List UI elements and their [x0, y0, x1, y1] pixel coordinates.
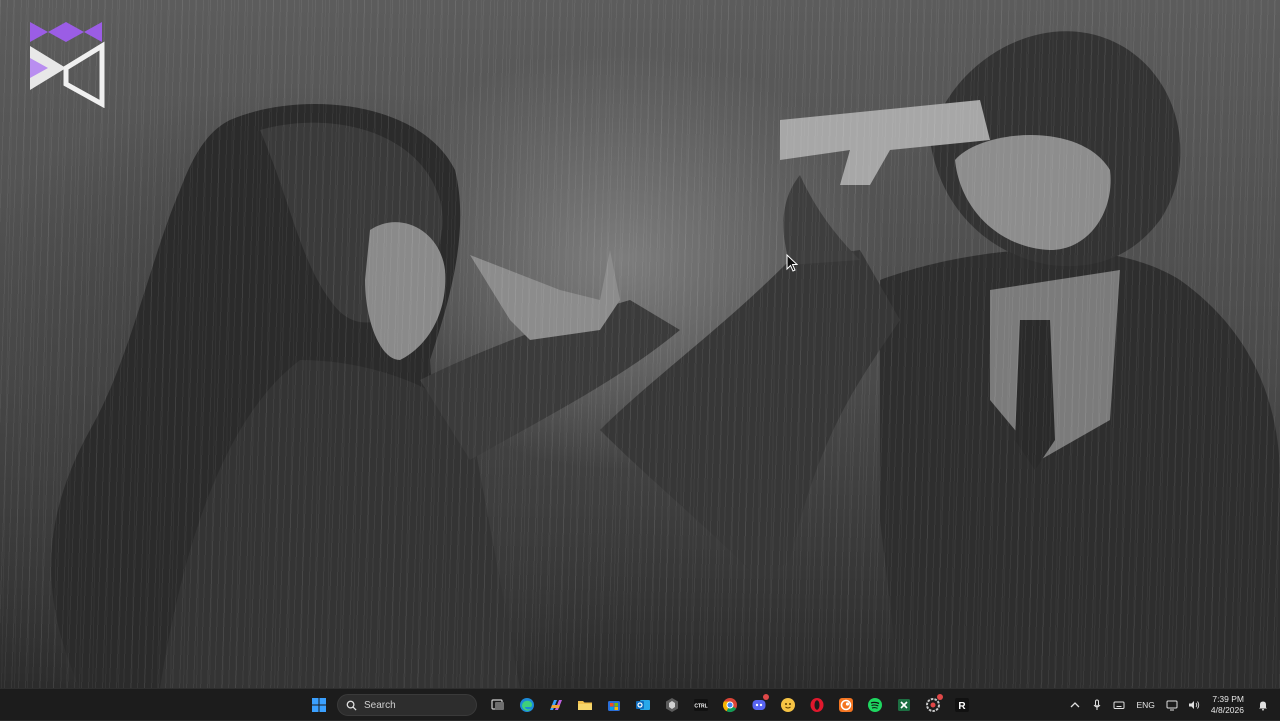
clock-date-button[interactable]: 7:39 PM 4/8/2026: [1205, 694, 1252, 716]
cube-icon: [665, 698, 678, 712]
mouse-cursor-icon: [786, 254, 798, 272]
windows-logo-icon: [311, 698, 326, 712]
input-language-indicator[interactable]: ENG: [1130, 700, 1160, 710]
excel-button[interactable]: [889, 691, 918, 719]
r-icon: R: [954, 698, 969, 712]
search-placeholder: Search: [364, 699, 396, 711]
desktop-wallpaper: [0, 0, 1280, 688]
task-view-icon: [490, 699, 504, 710]
store-icon: [607, 701, 620, 711]
steelseries-notification-badge: [937, 694, 943, 700]
chrome-button[interactable]: [715, 691, 744, 719]
crunchyroll-icon: [838, 698, 853, 712]
task-view-button[interactable]: [483, 691, 512, 719]
copilot-icon: [549, 700, 562, 710]
outlook-button[interactable]: [628, 691, 657, 719]
r-icon-label: R: [958, 701, 966, 712]
network-button[interactable]: [1161, 691, 1183, 719]
clock-time: 7:39 PM: [1212, 694, 1244, 704]
notifications-button[interactable]: [1252, 691, 1274, 719]
keyboard-button[interactable]: [1108, 691, 1130, 719]
spotify-icon: [867, 698, 882, 712]
clock-date: 4/8/2026: [1210, 705, 1244, 715]
bell-icon: [1259, 701, 1267, 711]
ctrl-app-button[interactable]: CTRL: [686, 691, 715, 719]
excel-icon: [897, 699, 910, 711]
steelseries-button[interactable]: [918, 691, 947, 719]
yellow-chat-icon: [780, 698, 795, 712]
microphone-button[interactable]: [1086, 691, 1108, 719]
opera-button[interactable]: [802, 691, 831, 719]
search-icon: [346, 700, 357, 711]
speaker-icon: [1188, 701, 1200, 709]
volume-button[interactable]: [1183, 691, 1205, 719]
start-button[interactable]: [304, 691, 333, 719]
file-explorer-button[interactable]: [570, 691, 599, 719]
discord-button[interactable]: [744, 691, 773, 719]
ctrl-icon: CTRL: [693, 699, 708, 711]
rain-overlay: [0, 0, 1280, 688]
microphone-icon: [1094, 699, 1101, 710]
taskbar-search-box[interactable]: Search: [337, 694, 477, 716]
chevron-up-icon: [1071, 702, 1080, 708]
show-hidden-icons-button[interactable]: [1064, 691, 1086, 719]
taskbar: Search CTRL R ENG 7:39 PM 4/8/2026: [0, 688, 1280, 720]
store-button[interactable]: [599, 691, 628, 719]
copilot-button[interactable]: [541, 691, 570, 719]
edge-icon: [519, 698, 534, 712]
cube-app-button[interactable]: [657, 691, 686, 719]
outlook-icon: [635, 700, 650, 710]
opera-icon: [810, 698, 823, 712]
chrome-icon: [722, 698, 737, 713]
ctrl-icon-label: CTRL: [694, 704, 707, 710]
purple-white-m-logo-icon: [30, 22, 105, 108]
network-monitor-icon: [1166, 700, 1178, 711]
discord-notification-badge: [763, 694, 769, 700]
crunchyroll-button[interactable]: [831, 691, 860, 719]
roblox-button[interactable]: R: [947, 691, 976, 719]
yellow-chat-app-button[interactable]: [773, 691, 802, 719]
spotify-button[interactable]: [860, 691, 889, 719]
edge-button[interactable]: [512, 691, 541, 719]
system-tray: ENG 7:39 PM 4/8/2026: [1064, 689, 1280, 721]
keyboard-icon: [1113, 701, 1125, 709]
folder-icon: [577, 701, 592, 710]
taskbar-pinned-apps: Search CTRL R: [304, 689, 976, 721]
